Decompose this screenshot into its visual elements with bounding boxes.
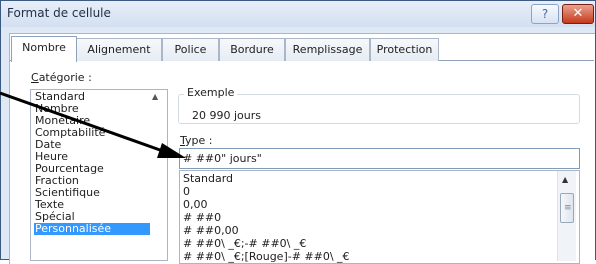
- close-icon: ✕: [572, 6, 584, 21]
- format-item[interactable]: 0: [183, 186, 190, 198]
- tab-label: Alignement: [87, 43, 151, 56]
- close-button[interactable]: ✕: [562, 4, 594, 24]
- tab-label: Bordure: [230, 43, 274, 56]
- category-label: Catégorie :: [31, 71, 92, 84]
- dialog-title: Format de cellule: [7, 6, 111, 20]
- format-item[interactable]: # ##0\ _€;-# ##0\ _€: [183, 238, 306, 250]
- tab-label: Nombre: [22, 41, 66, 54]
- title-bar: Format de cellule ? ✕: [1, 1, 595, 27]
- tab-alignement[interactable]: Alignement: [76, 38, 162, 61]
- type-label: Type :: [180, 134, 212, 147]
- help-button[interactable]: ?: [531, 4, 559, 24]
- format-item[interactable]: # ##0\ _€;[Rouge]-# ##0\ _€: [183, 251, 350, 263]
- scroll-up-icon[interactable]: ▲: [562, 175, 568, 184]
- tab-police[interactable]: Police: [162, 38, 219, 61]
- tab-bordure[interactable]: Bordure: [219, 38, 285, 61]
- grip-icon: ≡: [564, 203, 572, 213]
- type-label-text: ype :: [185, 134, 213, 147]
- category-list[interactable]: Standard Nombre Monétaire Comptabilité D…: [30, 89, 168, 261]
- format-item[interactable]: Standard: [183, 173, 233, 185]
- help-icon: ?: [541, 7, 549, 21]
- tab-nombre[interactable]: Nombre: [11, 36, 77, 62]
- format-item[interactable]: # ##0: [183, 212, 221, 224]
- category-label-text: atégorie :: [38, 71, 92, 84]
- format-item[interactable]: 0,00: [183, 199, 208, 211]
- sample-value: 20 990 jours: [192, 109, 261, 122]
- scroll-thumb[interactable]: ≡: [560, 193, 574, 223]
- category-label-accelerator: C: [31, 71, 39, 84]
- tab-label: Protection: [376, 43, 433, 56]
- format-list[interactable]: Standard 0 0,00 # ##0 # ##0,00 # ##0\ _€…: [179, 170, 580, 264]
- tab-label: Police: [174, 43, 207, 56]
- type-input[interactable]: # ##0" jours": [179, 148, 580, 169]
- format-list-scrollbar[interactable]: ▲ ≡: [557, 171, 576, 261]
- tab-protection[interactable]: Protection: [370, 38, 439, 61]
- format-item[interactable]: # ##0,00: [183, 225, 239, 237]
- sample-legend: Exemple: [184, 86, 238, 99]
- tab-label: Remplissage: [292, 43, 363, 56]
- scroll-up-icon[interactable]: ▲: [152, 92, 158, 101]
- category-item-personnalisee[interactable]: Personnalisée: [34, 223, 150, 235]
- type-input-value: # ##0" jours": [183, 152, 262, 165]
- tab-remplissage[interactable]: Remplissage: [285, 38, 370, 61]
